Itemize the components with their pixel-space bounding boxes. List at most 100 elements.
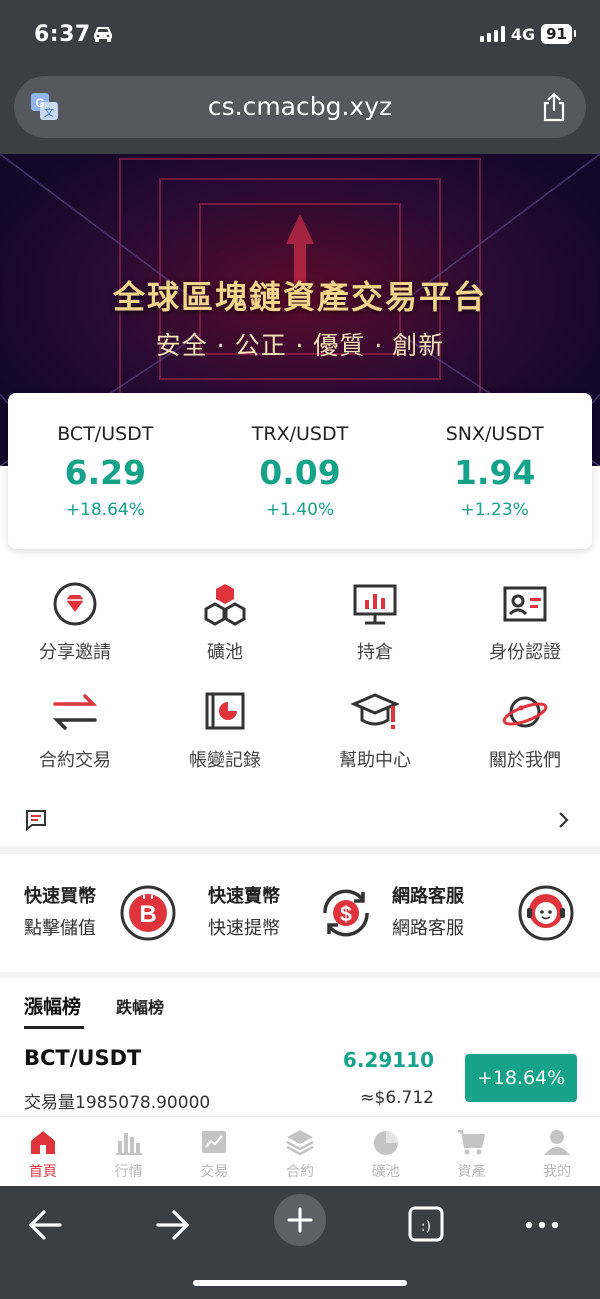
change-badge: +18.64% xyxy=(465,1054,577,1102)
ticker-price: 0.09 xyxy=(259,453,341,492)
grid-item-positions[interactable]: 持倉 xyxy=(300,576,450,684)
svg-text::): :) xyxy=(421,1219,431,1235)
banner-title: 全球區塊鏈資產交易平台 xyxy=(112,278,487,316)
section-divider xyxy=(0,846,600,854)
ticker-pair: BCT/USDT xyxy=(57,423,154,445)
tab-trade[interactable]: 交易 xyxy=(171,1117,257,1186)
svg-text:B: B xyxy=(139,901,156,928)
tab-label: 我的 xyxy=(543,1164,572,1180)
grid-label: 帳變記錄 xyxy=(189,750,261,771)
chevron-right-icon[interactable] xyxy=(556,808,572,832)
quick-buy-button[interactable]: 快速買幣 點擊儲值 xyxy=(24,882,96,940)
browser-top-bar: 6:37 4G 91 G 文 cs.cmacbg.xyz xyxy=(0,0,600,154)
tab-profile[interactable]: 我的 xyxy=(514,1117,600,1186)
forward-arrow-icon[interactable] xyxy=(148,1200,198,1250)
quick-subtitle: 網路客服 xyxy=(392,918,464,939)
url-bar[interactable]: G 文 cs.cmacbg.xyz xyxy=(14,76,586,138)
grid-label: 關於我們 xyxy=(489,750,561,771)
tab-mining-pool[interactable]: 礦池 xyxy=(343,1117,429,1186)
status-bar: 6:37 4G 91 xyxy=(0,0,600,70)
bitcoin-coin-icon[interactable]: B xyxy=(119,884,177,942)
grid-label: 幫助中心 xyxy=(339,750,411,771)
rank-volume: 交易量1985078.90000 xyxy=(24,1093,211,1113)
quick-title: 快速買幣 xyxy=(24,886,96,907)
ticker-price: 1.94 xyxy=(453,453,536,492)
tab-label: 合約 xyxy=(286,1164,315,1180)
diamond-icon xyxy=(53,582,97,626)
rank-pair: BCT/USDT xyxy=(24,1046,142,1070)
status-time: 6:37 xyxy=(34,22,91,47)
graduation-cap-icon xyxy=(351,693,399,729)
support-agent-icon[interactable] xyxy=(517,884,575,942)
signal-icon xyxy=(479,26,505,42)
more-menu-icon[interactable] xyxy=(518,1200,568,1250)
grid-label: 持倉 xyxy=(357,642,393,663)
ticker-card: BCT/USDT 6.29 +18.64% TRX/USDT 0.09 +1.4… xyxy=(8,393,592,549)
home-indicator[interactable] xyxy=(193,1280,407,1286)
tab-market[interactable]: 行情 xyxy=(86,1117,172,1186)
tab-label: 礦池 xyxy=(371,1164,400,1180)
banner-subtitle: 安全 · 公正 · 優質 · 創新 xyxy=(155,331,445,360)
ticker-pair: SNX/USDT xyxy=(445,423,544,445)
new-tab-button[interactable] xyxy=(274,1194,326,1246)
rank-price: 6.29110 xyxy=(342,1048,434,1072)
quick-services: 快速買幣 點擊儲值 B 快速賣幣 快速提幣 $ 網路客服 網路客服 xyxy=(0,854,600,972)
ticker-change: +18.64% xyxy=(65,500,145,520)
grid-item-share-invite[interactable]: 分享邀請 xyxy=(0,576,150,684)
quick-subtitle: 點擊儲值 xyxy=(24,918,96,939)
share-icon[interactable] xyxy=(540,92,568,122)
grid-item-identity-verification[interactable]: 身份認證 xyxy=(450,576,600,684)
notice-bar[interactable] xyxy=(0,800,600,842)
feature-grid: 分享邀請 礦池 持倉 身份認證 合約交易 帳變記錄 幫助中心 關於我們 xyxy=(0,576,600,792)
battery-indicator: 91 xyxy=(541,24,576,44)
ticker-item[interactable]: SNX/USDT 1.94 +1.23% xyxy=(397,393,592,549)
tab-assets[interactable]: 資產 xyxy=(429,1117,515,1186)
grid-item-mining-pool[interactable]: 礦池 xyxy=(150,576,300,684)
rank-usd-value: ≈$6.712 xyxy=(360,1088,434,1108)
tab-label: 首頁 xyxy=(28,1164,57,1180)
tab-contract[interactable]: 合約 xyxy=(257,1117,343,1186)
grid-label: 分享邀請 xyxy=(39,642,111,663)
tab-label: 交易 xyxy=(200,1164,229,1180)
grid-label: 合約交易 xyxy=(39,750,111,771)
home-icon xyxy=(30,1131,55,1154)
message-icon xyxy=(26,810,46,832)
ticker-price: 6.29 xyxy=(64,453,147,492)
tab-losers[interactable]: 跌幅榜 xyxy=(116,994,164,1018)
car-icon xyxy=(94,27,112,42)
grid-item-contract-trading[interactable]: 合約交易 xyxy=(0,684,150,792)
ticker-item[interactable]: TRX/USDT 0.09 +1.40% xyxy=(203,393,398,549)
table-row[interactable]: BCT/USDT 交易量1985078.90000 6.29110 ≈$6.71… xyxy=(0,1040,600,1116)
swap-arrows-icon xyxy=(52,694,98,730)
back-arrow-icon[interactable] xyxy=(20,1200,70,1250)
presentation-chart-icon xyxy=(353,584,397,625)
planet-icon xyxy=(502,696,548,728)
tab-label: 資產 xyxy=(457,1164,486,1180)
quick-support-button[interactable]: 網路客服 網路客服 xyxy=(392,882,464,940)
quick-title: 網路客服 xyxy=(392,886,464,907)
quick-subtitle: 快速提幣 xyxy=(208,918,280,939)
grid-label: 礦池 xyxy=(207,642,243,663)
dollar-exchange-icon[interactable]: $ xyxy=(317,884,375,942)
grid-item-help-center[interactable]: 幫助中心 xyxy=(300,684,450,792)
browser-bottom-bar: :) xyxy=(0,1186,600,1299)
svg-text:$: $ xyxy=(340,903,352,926)
tab-active-indicator xyxy=(24,1026,84,1029)
ticker-item[interactable]: BCT/USDT 6.29 +18.64% xyxy=(8,393,203,549)
grid-item-account-records[interactable]: 帳變記錄 xyxy=(150,684,300,792)
id-card-icon xyxy=(503,586,547,622)
tabs-icon[interactable]: :) xyxy=(402,1200,452,1250)
quick-sell-button[interactable]: 快速賣幣 快速提幣 xyxy=(208,882,280,940)
bottom-tab-bar: 首頁 行情 交易 合約 礦池 資產 我的 xyxy=(0,1116,600,1186)
ticker-change: +1.23% xyxy=(460,500,529,520)
cubes-icon xyxy=(204,584,246,626)
tab-gainers[interactable]: 漲幅榜 xyxy=(24,992,81,1019)
tab-label: 行情 xyxy=(114,1164,143,1180)
grid-item-about-us[interactable]: 關於我們 xyxy=(450,684,600,792)
trend-chart-icon xyxy=(202,1131,227,1153)
tab-home[interactable]: 首頁 xyxy=(0,1117,86,1186)
ticker-change: +1.40% xyxy=(265,500,335,520)
url-text[interactable]: cs.cmacbg.xyz xyxy=(14,92,586,121)
pie-book-icon xyxy=(205,692,245,730)
layers-icon xyxy=(286,1130,314,1156)
